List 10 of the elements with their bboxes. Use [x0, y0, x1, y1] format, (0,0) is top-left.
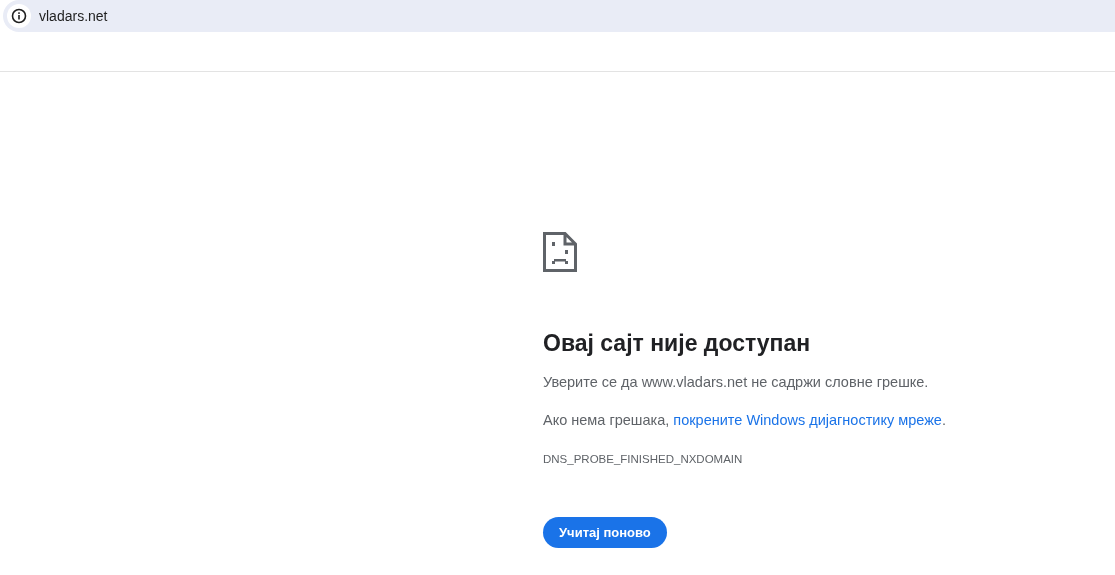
- error-code: DNS_PROBE_FINISHED_NXDOMAIN: [543, 452, 743, 467]
- diagnostics-link[interactable]: покрените Windows дијагностику мреже: [673, 412, 942, 428]
- error-hint: Ако нема грешака, покрените Windows дијагностику мреже.: [543, 411, 946, 430]
- error-message: Уверите се да www.vladars.net не садржи словне грешке.: [543, 373, 929, 392]
- url-text: vladars.net: [39, 8, 108, 24]
- info-icon[interactable]: [7, 4, 31, 28]
- reload-button[interactable]: Учитај поново: [543, 517, 667, 548]
- sad-page-icon: [543, 232, 577, 272]
- error-title: Овај сајт није доступан: [543, 329, 811, 358]
- address-bar[interactable]: vladars.net: [3, 0, 1115, 32]
